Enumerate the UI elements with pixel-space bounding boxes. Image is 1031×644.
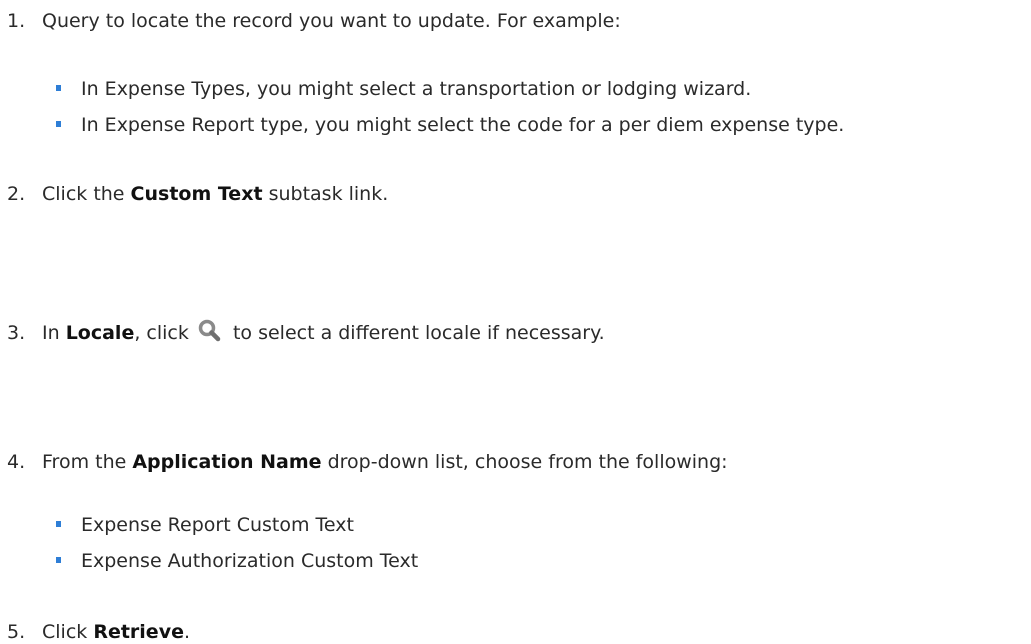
step-3: 3. In Locale, click to select a different… [7, 318, 605, 345]
step-text-pre: Click the [42, 183, 131, 205]
step-5: 5. Click Retrieve. [7, 620, 190, 644]
bullet-icon [56, 556, 61, 563]
ui-label-custom-text: Custom Text [130, 183, 263, 205]
step-text-post: subtask link. [262, 183, 389, 205]
bullet-icon [56, 120, 61, 127]
bullet-text: In Expense Types, you might select a tra… [81, 78, 752, 100]
step-text: Query to locate the record you want to u… [42, 10, 621, 32]
step-number: 5. [7, 621, 26, 643]
bullet-text: Expense Report Custom Text [81, 514, 354, 536]
step-text-pre: From the [42, 451, 133, 473]
magnifier-icon [197, 318, 223, 342]
step-4-bullet-2: Expense Authorization Custom Text [56, 549, 418, 573]
ui-label-application-name: Application Name [132, 451, 322, 473]
step-4-bullet-1: Expense Report Custom Text [56, 513, 354, 537]
step-4: 4. From the Application Name drop-down li… [7, 450, 728, 474]
step-1-bullet-2: In Expense Report type, you might select… [56, 113, 844, 137]
step-number: 1. [7, 10, 26, 32]
step-number: 2. [7, 183, 26, 205]
ui-label-retrieve: Retrieve [93, 621, 184, 643]
step-1-bullet-1: In Expense Types, you might select a tra… [56, 77, 751, 101]
procedure-document: 1. Query to locate the record you want to… [0, 0, 1031, 644]
bullet-icon [56, 520, 61, 527]
step-number: 4. [7, 451, 26, 473]
step-text-post: . [183, 621, 191, 643]
step-text-post: to select a different locale if necessar… [226, 322, 605, 344]
step-text-mid: , click [134, 322, 195, 344]
bullet-text: In Expense Report type, you might select… [81, 114, 845, 136]
step-text-pre: In [42, 322, 66, 344]
step-text-post: drop-down list, choose from the followin… [321, 451, 728, 473]
step-1: 1. Query to locate the record you want to… [7, 9, 621, 33]
bullet-icon [56, 84, 61, 91]
step-number: 3. [7, 322, 26, 344]
ui-label-locale: Locale [65, 322, 135, 344]
step-text-pre: Click [42, 621, 94, 643]
bullet-text: Expense Authorization Custom Text [81, 550, 419, 572]
step-2: 2. Click the Custom Text subtask link. [7, 182, 388, 206]
